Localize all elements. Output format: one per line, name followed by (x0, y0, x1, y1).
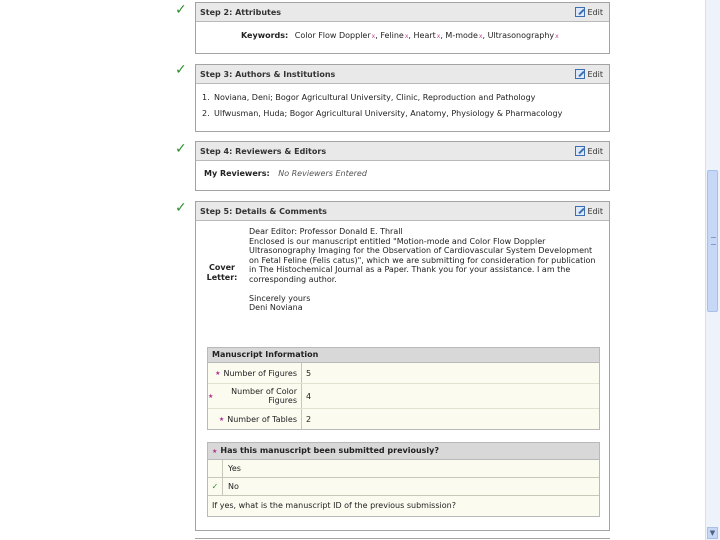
next-panel-border (195, 538, 610, 539)
edit-icon (574, 69, 585, 79)
keyword: Color Flow Doppler (294, 31, 371, 40)
step-header: Step 5: Details & Comments Edit (196, 202, 609, 221)
step-title: Step 4: Reviewers & Editors (200, 146, 327, 156)
step-attributes-panel: Step 2: Attributes Edit Keywords: Color … (195, 2, 610, 54)
keyword: Ultrasonography (487, 31, 555, 40)
keyword: Heart (413, 31, 436, 40)
remove-keyword-icon[interactable]: x (405, 33, 409, 40)
edit-label: Edit (587, 69, 604, 79)
step-authors-panel: Step 3: Authors & Institutions Edit 1. No… (195, 64, 610, 132)
required-marker-icon: ★ (212, 448, 218, 455)
step-complete-check-icon: ✓ (175, 62, 187, 78)
checkmark-icon: ✓ (208, 478, 223, 495)
option-label: No (228, 482, 239, 491)
edit-label: Edit (587, 206, 604, 216)
step-header: Step 4: Reviewers & Editors Edit (196, 142, 609, 161)
required-marker-icon: ★ (218, 415, 225, 423)
table-row: ★ Number of Figures 5 (208, 363, 599, 384)
manuscript-info-table: Manuscript Information ★ Number of Figure… (207, 347, 600, 430)
step-header: Step 3: Authors & Institutions Edit (196, 65, 609, 84)
edit-icon (574, 206, 585, 216)
step-title: Step 3: Authors & Institutions (200, 69, 336, 79)
cover-letter-section: Cover Letter: Dear Editor: Professor Don… (196, 221, 609, 317)
vertical-scrollbar[interactable]: ▼ (705, 0, 720, 540)
edit-label: Edit (587, 7, 604, 17)
grip-icon (711, 237, 716, 245)
required-marker-icon: ★ (208, 392, 214, 400)
keyword: M-mode (445, 31, 478, 40)
scrollbar-thumb[interactable] (707, 170, 718, 312)
edit-link[interactable]: Edit (574, 7, 604, 17)
step-title: Step 5: Details & Comments (200, 206, 327, 216)
remove-keyword-icon[interactable]: x (437, 33, 441, 40)
step-complete-check-icon: ✓ (175, 200, 187, 216)
reviewers-line: My Reviewers: No Reviewers Entered (196, 161, 609, 178)
table-row: ★ Number of Tables 2 (208, 409, 599, 429)
option-row[interactable]: ✓ No (208, 478, 599, 496)
submitted-previously-table: ★ Has this manuscript been submitted prev… (207, 442, 600, 517)
edit-label: Edit (587, 146, 604, 156)
option-row[interactable]: Yes (208, 460, 599, 478)
step-reviewers-panel: Step 4: Reviewers & Editors Edit My Revi… (195, 141, 610, 191)
option-check-cell (208, 460, 223, 477)
edit-link[interactable]: Edit (574, 206, 604, 216)
remove-keyword-icon[interactable]: x (479, 33, 483, 40)
reviewers-value: No Reviewers Entered (278, 169, 367, 178)
edit-link[interactable]: Edit (574, 146, 604, 156)
step-complete-check-icon: ✓ (175, 141, 187, 157)
keyword: Feline (380, 31, 404, 40)
cover-letter-text: Dear Editor: Professor Donald E. Thrall … (249, 227, 596, 312)
reviewers-label: My Reviewers: (204, 169, 270, 178)
question-heading: ★ Has this manuscript been submitted prev… (208, 443, 599, 460)
remove-keyword-icon[interactable]: x (555, 33, 559, 40)
step-complete-check-icon: ✓ (175, 2, 187, 18)
author-item: 2. Ulfwusman, Huda; Bogor Agricultural Un… (202, 109, 563, 118)
step-header: Step 2: Attributes Edit (196, 3, 609, 22)
table-row: ★ Number of Color Figures 4 (208, 384, 599, 409)
step-details-panel: Step 5: Details & Comments Edit Cover Le… (195, 201, 610, 531)
step-title: Step 2: Attributes (200, 7, 282, 17)
keywords-line: Keywords: Color Flow Dopplerx, Felinex, … (241, 31, 559, 40)
cover-letter-label: Cover Letter: (206, 263, 238, 282)
manuscript-info-title: Manuscript Information (208, 348, 599, 363)
edit-link[interactable]: Edit (574, 69, 604, 79)
remove-keyword-icon[interactable]: x (372, 33, 376, 40)
option-label: Yes (228, 464, 241, 473)
keywords-label: Keywords: (241, 31, 289, 40)
required-marker-icon: ★ (215, 369, 221, 377)
scroll-down-arrow-icon[interactable]: ▼ (707, 527, 718, 539)
author-item: 1. Noviana, Deni; Bogor Agricultural Univ… (202, 93, 536, 102)
follow-up-question: If yes, what is the manuscript ID of the… (212, 501, 456, 510)
submission-review-page: ✓ Step 2: Attributes Edit Keywords: Colo… (0, 0, 706, 540)
author-list: 1. Noviana, Deni; Bogor Agricultural Univ… (196, 84, 609, 122)
edit-icon (574, 146, 585, 156)
edit-icon (574, 7, 585, 17)
